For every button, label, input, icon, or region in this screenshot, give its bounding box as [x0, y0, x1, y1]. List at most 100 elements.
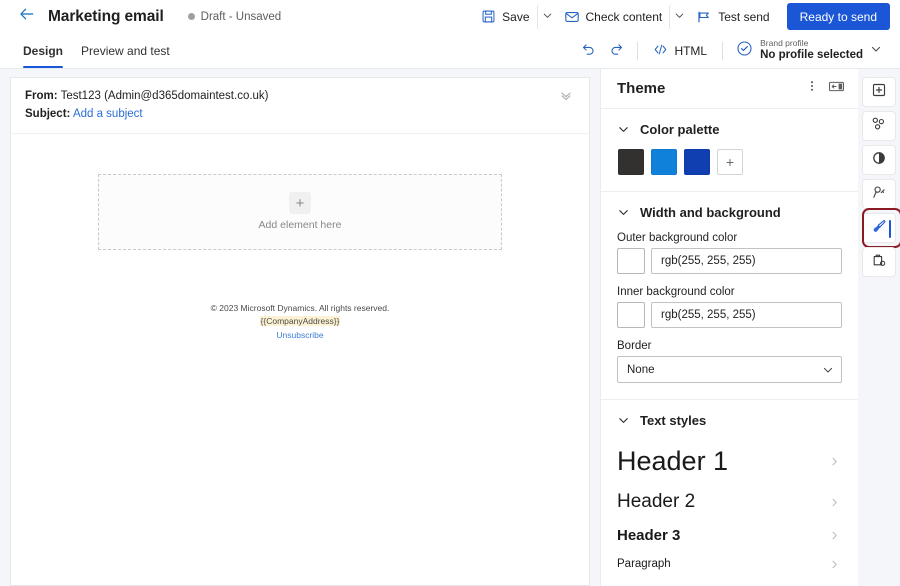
rail-button-personalization[interactable]	[862, 179, 896, 209]
width-background-title: Width and background	[640, 205, 781, 220]
field-border: Border None	[617, 340, 842, 383]
add-element-dropzone[interactable]: + Add element here	[98, 174, 502, 250]
outer-background-input[interactable]	[651, 248, 842, 274]
rail-slot-clipboard-settings	[862, 247, 896, 277]
add-subject-link[interactable]: Add a subject	[73, 108, 143, 120]
ready-to-send-button[interactable]: Ready to send	[787, 3, 890, 30]
tab-preview-and-test[interactable]: Preview and test	[72, 33, 179, 68]
chevron-down-icon	[617, 123, 630, 136]
check-circle-icon	[736, 40, 753, 62]
clipboard-settings-icon	[871, 252, 887, 273]
undo-button[interactable]	[574, 37, 602, 65]
rail-slot-personalization	[862, 179, 896, 209]
company-address-token: {{CompanyAddress}}	[260, 316, 341, 326]
unsubscribe-link[interactable]: Unsubscribe	[211, 329, 390, 343]
rail-button-add-element[interactable]	[862, 77, 896, 107]
rail-button-layout-elements[interactable]	[862, 111, 896, 141]
save-disk-icon	[481, 9, 496, 24]
status-badge: Draft - Unsaved	[188, 11, 282, 23]
brand-profile-selector[interactable]: Brand profile No profile selected	[730, 36, 888, 66]
from-value: Test123 (Admin@d365domaintest.co.uk)	[61, 90, 269, 102]
page-title: Marketing email	[48, 8, 164, 26]
text-style-header-2[interactable]: Header 2	[617, 485, 842, 521]
theme-panel-collapse-button[interactable]	[824, 77, 848, 101]
rail-slot-circle-segment	[862, 145, 896, 175]
secondary-toolbar: Design Preview and test	[0, 33, 900, 69]
border-select[interactable]: None	[617, 356, 842, 383]
footer-token-line: {{CompanyAddress}}	[211, 315, 390, 329]
color-swatch-2[interactable]	[651, 149, 677, 175]
tab-design-label: Design	[23, 44, 63, 58]
email-footer: © 2023 Microsoft Dynamics. All rights re…	[211, 302, 390, 343]
check-content-button[interactable]: Check content	[557, 4, 670, 30]
text-style-label: Header 1	[617, 446, 728, 478]
rail-button-theme[interactable]	[862, 213, 896, 243]
text-styles-title: Text styles	[640, 413, 706, 428]
chevron-right-icon	[829, 559, 842, 570]
tab-preview-and-test-label: Preview and test	[81, 44, 170, 58]
theme-panel-title: Theme	[617, 80, 665, 97]
circle-segment-icon	[871, 150, 887, 171]
subject-label: Subject:	[25, 108, 70, 120]
rail-slot-theme	[862, 213, 896, 243]
editor-body: From: Test123 (Admin@d365domaintest.co.u…	[0, 69, 900, 586]
back-button[interactable]	[14, 4, 40, 30]
tab-design[interactable]: Design	[14, 33, 72, 68]
theme-panel-scroll-area[interactable]: Color palette +	[601, 109, 858, 586]
email-from-row: From: Test123 (Admin@d365domaintest.co.u…	[25, 88, 575, 106]
send-flag-icon	[696, 9, 712, 25]
save-button[interactable]: Save	[474, 4, 536, 30]
plus-icon: +	[289, 192, 311, 214]
border-select-wrap: None	[617, 356, 842, 383]
add-color-swatch-button[interactable]: +	[717, 149, 743, 175]
color-swatch-1[interactable]	[618, 149, 644, 175]
chevron-down-icon	[617, 414, 630, 427]
layout-elements-icon	[871, 116, 887, 137]
brand-profile-text: Brand profile No profile selected	[760, 39, 863, 62]
footer-copyright: © 2023 Microsoft Dynamics. All rights re…	[211, 302, 390, 316]
email-subject-row: Subject: Add a subject	[25, 106, 575, 124]
rail-slot-layout-elements	[862, 111, 896, 141]
color-swatch-list: +	[617, 149, 842, 175]
save-label: Save	[502, 10, 529, 24]
inner-background-input[interactable]	[651, 302, 842, 328]
marketing-email-editor: Marketing email Draft - Unsaved Save	[0, 0, 900, 586]
chevron-right-icon	[829, 497, 842, 508]
border-label: Border	[617, 340, 842, 352]
check-content-label: Check content	[586, 10, 663, 24]
section-width-and-background: Width and background Outer background co…	[601, 192, 858, 400]
email-canvas: From: Test123 (Admin@d365domaintest.co.u…	[0, 69, 600, 586]
email-header-collapse-button[interactable]	[557, 89, 575, 107]
status-text: Draft - Unsaved	[201, 11, 282, 23]
code-brackets-icon	[653, 42, 668, 60]
brand-profile-label: Brand profile	[760, 39, 863, 49]
outer-background-label: Outer background color	[617, 232, 842, 244]
text-style-header-3[interactable]: Header 3	[617, 521, 842, 552]
width-background-header[interactable]: Width and background	[617, 205, 842, 220]
status-dot-icon	[188, 13, 195, 20]
redo-button[interactable]	[602, 37, 630, 65]
chevron-right-icon	[829, 530, 842, 541]
email-content-area: + Add element here © 2023 Microsoft Dyna…	[11, 134, 589, 585]
color-swatch-3[interactable]	[684, 149, 710, 175]
html-button[interactable]: HTML	[645, 38, 715, 64]
rail-button-circle-segment[interactable]	[862, 145, 896, 175]
right-icon-rail	[858, 69, 900, 586]
text-style-paragraph[interactable]: Paragraph	[617, 552, 842, 579]
text-style-header-1[interactable]: Header 1	[617, 440, 842, 485]
check-content-dropdown-button[interactable]	[669, 4, 689, 30]
inner-background-swatch-button[interactable]	[617, 302, 645, 328]
save-dropdown-button[interactable]	[537, 4, 557, 30]
color-palette-header[interactable]: Color palette	[617, 122, 842, 137]
text-styles-header[interactable]: Text styles	[617, 413, 842, 428]
theme-panel-more-button[interactable]	[800, 77, 824, 101]
envelope-check-icon	[564, 9, 580, 25]
chevron-down-icon	[674, 8, 685, 26]
inner-background-label: Inner background color	[617, 286, 842, 298]
outer-background-swatch-button[interactable]	[617, 248, 645, 274]
top-command-bar: Marketing email Draft - Unsaved Save	[0, 0, 900, 33]
paintbrush-theme-icon	[871, 218, 887, 239]
rail-button-clipboard-settings[interactable]	[862, 247, 896, 277]
chevron-right-icon	[829, 456, 842, 467]
test-send-button[interactable]: Test send	[689, 4, 776, 30]
